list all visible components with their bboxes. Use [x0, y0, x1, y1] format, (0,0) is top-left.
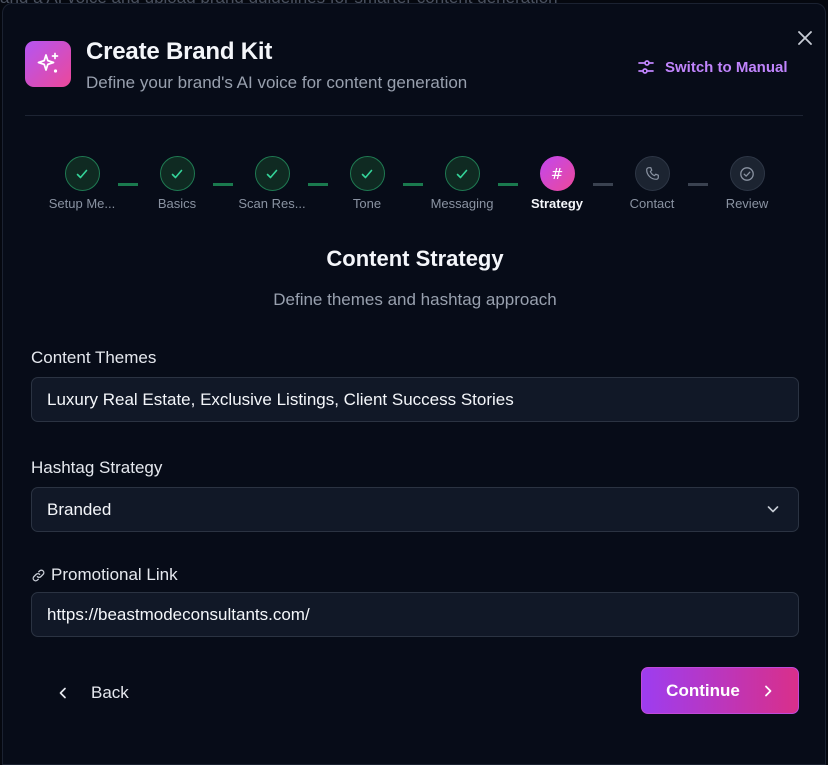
promotional-link-value: https://beastmodeconsultants.com/ — [47, 604, 310, 624]
check-icon — [171, 169, 183, 178]
continue-button[interactable]: Continue — [641, 667, 799, 714]
progress-stepper: Setup Me... Basics Scan Res... Tone Mess… — [3, 156, 827, 216]
step-circle-pending — [729, 156, 765, 191]
step-circle-done — [444, 156, 480, 191]
step-circle-done — [64, 156, 100, 191]
step-strategy[interactable]: # Strategy — [512, 156, 602, 211]
section-title: Content Strategy — [326, 246, 504, 271]
sliders-icon — [638, 60, 654, 74]
promotional-link-label: Promotional Link — [31, 565, 178, 585]
promotional-link-label-text: Promotional Link — [51, 565, 178, 584]
check-circle-icon — [740, 166, 754, 181]
continue-label: Continue — [666, 680, 740, 700]
step-label: Strategy — [530, 196, 584, 211]
step-circle-done — [254, 156, 290, 191]
content-themes-value: Luxury Real Estate, Exclusive Listings, … — [47, 389, 514, 409]
chevron-down-icon — [767, 506, 779, 513]
step-label: Review — [725, 196, 769, 211]
step-setup[interactable]: Setup Me... — [37, 156, 127, 211]
check-icon — [456, 169, 468, 178]
step-circle-done — [349, 156, 385, 191]
content-themes-input[interactable]: Luxury Real Estate, Exclusive Listings, … — [31, 377, 799, 422]
phone-icon — [645, 167, 659, 180]
step-messaging[interactable]: Messaging — [417, 156, 507, 211]
chevron-right-icon — [764, 685, 772, 696]
promotional-link-input[interactable]: https://beastmodeconsultants.com/ — [31, 592, 799, 637]
step-label: Setup Me... — [48, 196, 116, 211]
step-tone[interactable]: Tone — [322, 156, 412, 211]
chevron-left-icon — [59, 687, 66, 699]
switch-to-manual-button[interactable]: Switch to Manual — [637, 55, 788, 79]
hash-icon: # — [550, 164, 564, 183]
check-icon — [266, 169, 278, 178]
check-icon — [76, 169, 88, 178]
step-basics[interactable]: Basics — [132, 156, 222, 211]
back-button[interactable]: Back — [43, 670, 153, 716]
modal-subtitle: Define your brand's AI voice for content… — [86, 73, 468, 92]
step-scan-results[interactable]: Scan Res... — [227, 156, 317, 211]
step-circle-done — [159, 156, 195, 191]
switch-to-manual-label: Switch to Manual — [665, 58, 788, 76]
step-circle-pending — [634, 156, 670, 191]
modal-title: Create Brand Kit — [86, 38, 273, 65]
sparkles-icon — [25, 41, 71, 87]
step-label: Messaging — [430, 196, 494, 211]
hashtag-strategy-select[interactable]: Branded — [31, 487, 799, 532]
step-label: Contact — [629, 196, 675, 211]
create-brand-kit-modal: Create Brand Kit Define your brand's AI … — [2, 3, 826, 765]
section-subtitle: Define themes and hashtag approach — [273, 290, 557, 309]
back-label: Back — [91, 683, 129, 702]
hashtag-strategy-value: Branded — [47, 499, 112, 519]
step-contact[interactable]: Contact — [607, 156, 697, 211]
content-themes-label: Content Themes — [31, 348, 157, 367]
hashtag-strategy-label: Hashtag Strategy — [31, 458, 163, 477]
step-circle-active: # — [539, 156, 575, 191]
header-divider — [25, 115, 803, 116]
step-review[interactable]: Review — [702, 156, 792, 211]
link-icon — [32, 569, 45, 581]
modal-header: Create Brand Kit Define your brand's AI … — [25, 38, 805, 94]
check-icon — [361, 169, 373, 178]
step-label: Scan Res... — [238, 196, 306, 211]
step-label: Basics — [157, 196, 197, 211]
step-label: Tone — [352, 196, 382, 211]
